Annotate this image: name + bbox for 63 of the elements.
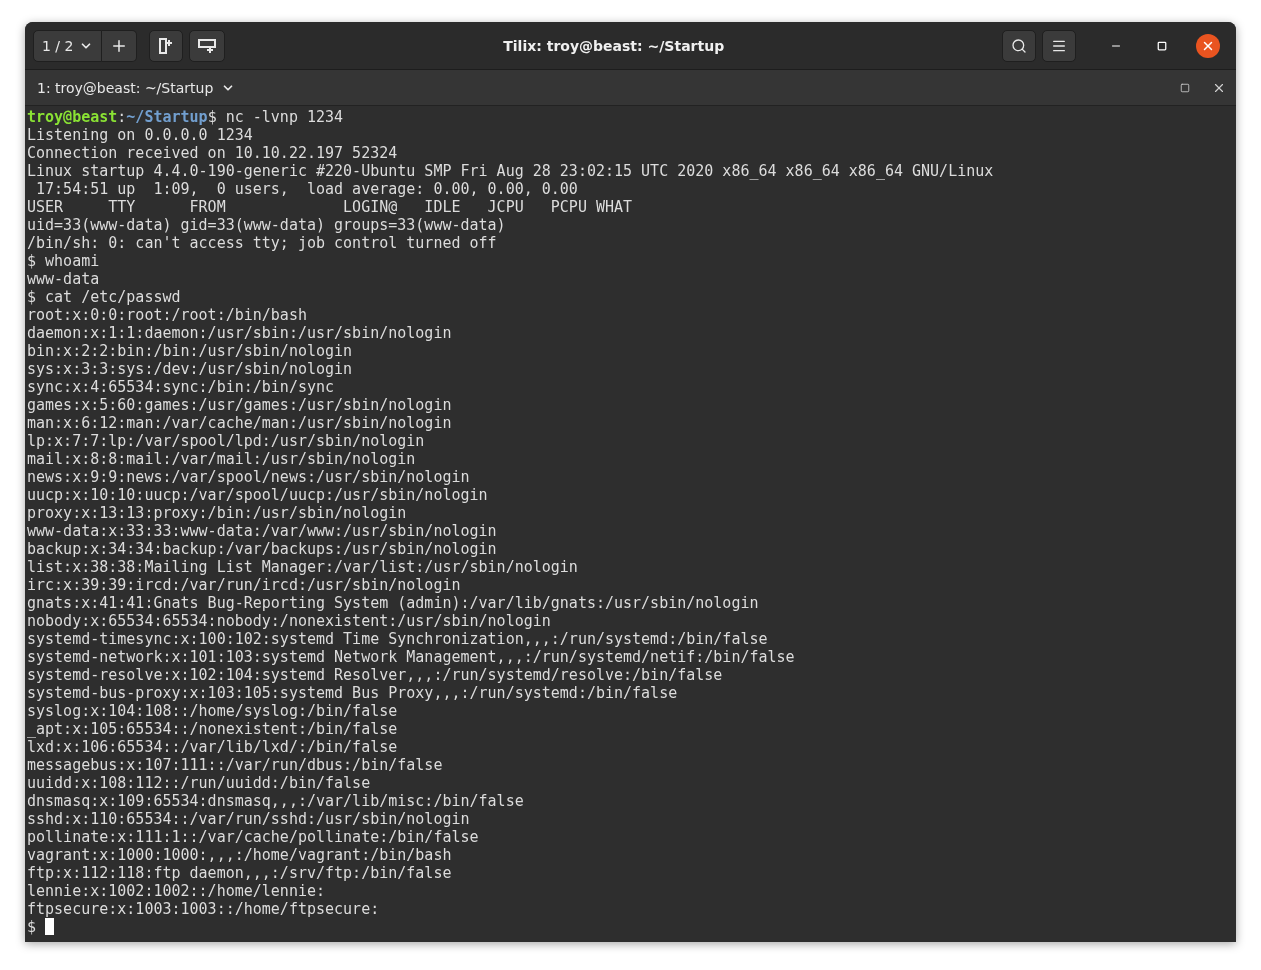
terminal-line: pollinate:x:111:1::/var/cache/pollinate:/bin/false: [27, 828, 479, 846]
terminal-line: Linux startup 4.4.0-190-generic #220-Ubuntu SMP Fri Aug 28 23:02:15 UTC 2020 x86_64 x86_64 x86_64 GNU/Linux: [27, 162, 994, 180]
split-right-icon: [159, 37, 174, 54]
text-cursor: [45, 918, 55, 935]
terminal-line: lennie:x:1002:1002::/home/lennie:: [27, 882, 325, 900]
terminal-line: news:x:9:9:news:/var/spool/news:/usr/sbin/nologin: [27, 468, 470, 486]
terminal-line: uucp:x:10:10:uucp:/var/spool/uucp:/usr/sbin/nologin: [27, 486, 488, 504]
terminal-line: list:x:38:38:Mailing List Manager:/var/list:/usr/sbin/nologin: [27, 558, 578, 576]
maximize-terminal-button[interactable]: [1180, 82, 1190, 93]
terminal-line: vagrant:x:1000:1000:,,,:/home/vagrant:/bin/bash: [27, 846, 452, 864]
terminal-line: daemon:x:1:1:daemon:/usr/sbin:/usr/sbin/nologin: [27, 324, 452, 342]
terminal-line: $ whoami: [27, 252, 100, 270]
terminal-line: proxy:x:13:13:proxy:/bin:/usr/sbin/nologin: [27, 504, 407, 522]
terminal-line: www-data: [27, 270, 100, 288]
split-down-icon: [198, 38, 217, 53]
terminal-line: Connection received on 10.10.22.197 52324: [27, 144, 398, 162]
terminal-line: www-data:x:33:33:www-data:/var/www:/usr/sbin/nologin: [27, 522, 497, 540]
terminal-line: gnats:x:41:41:Gnats Bug-Reporting System (admin):/var/lib/gnats:/usr/sbin/nologin: [27, 594, 759, 612]
terminal-line: root:x:0:0:root:/root:/bin/bash: [27, 306, 307, 324]
terminal-line: man:x:6:12:man:/var/cache/man:/usr/sbin/nologin: [27, 414, 452, 432]
maximize-icon: [1180, 82, 1190, 93]
terminal-line: dnsmasq:x:109:65534:dnsmasq,,,:/var/lib/misc:/bin/false: [27, 792, 524, 810]
terminal-line: lp:x:7:7:lp:/var/spool/lpd:/usr/sbin/nologin: [27, 432, 425, 450]
close-button[interactable]: [1196, 33, 1220, 58]
add-session-button[interactable]: [102, 29, 138, 62]
terminal-line: ftpsecure:x:1003:1003::/home/ftpsecure:: [27, 900, 380, 918]
terminal-line: troy@beast:~/Startup$ nc -lvnp 1234: [27, 108, 344, 126]
terminal-line: mail:x:8:8:mail:/var/mail:/usr/sbin/nologin: [27, 450, 416, 468]
terminal-line: games:x:5:60:games:/usr/games:/usr/sbin/nologin: [27, 396, 452, 414]
terminal-line: systemd-bus-proxy:x:103:105:systemd Bus Proxy,,,:/run/systemd:/bin/false: [27, 684, 678, 702]
terminal-line: backup:x:34:34:backup:/var/backups:/usr/sbin/nologin: [27, 540, 497, 558]
add-terminal-down-button[interactable]: [189, 29, 226, 62]
terminal-line: systemd-timesync:x:100:102:systemd Time Synchronization,,,:/run/systemd:/bin/false: [27, 630, 768, 648]
terminal-line: $: [27, 918, 37, 936]
maximize-icon: [1157, 40, 1167, 51]
terminal-line: uuidd:x:108:112::/run/uuidd:/bin/false: [27, 774, 371, 792]
terminal-line: bin:x:2:2:bin:/bin:/usr/sbin/nologin: [27, 342, 353, 360]
terminal-line: sync:x:4:65534:sync:/bin:/bin/sync: [27, 378, 335, 396]
terminal-title-button[interactable]: 1: troy@beast: ~/Startup: [37, 79, 236, 96]
terminal-line: ftp:x:112:118:ftp daemon,,,:/srv/ftp:/bin/false: [27, 864, 452, 882]
terminal-line: sys:x:3:3:sys:/dev:/usr/sbin/nologin: [27, 360, 353, 378]
find-button[interactable]: [1002, 29, 1036, 62]
terminal-line: Listening on 0.0.0.0 1234: [27, 126, 253, 144]
terminal-line: systemd-resolve:x:102:104:systemd Resolver,,,:/run/systemd/resolve:/bin/false: [27, 666, 723, 684]
terminal-line: systemd-network:x:101:103:systemd Network Management,,,:/run/systemd/netif:/bin/false: [27, 648, 795, 666]
search-icon: [1011, 37, 1027, 54]
terminal-line: messagebus:x:107:111::/var/run/dbus:/bin/false: [27, 756, 443, 774]
terminal-line: sshd:x:110:65534::/var/run/sshd:/usr/sbin/nologin: [27, 810, 470, 828]
add-terminal-right-button[interactable]: [149, 29, 184, 62]
terminal-line: _apt:x:105:65534::/nonexistent:/bin/false: [27, 720, 398, 738]
menu-button[interactable]: [1042, 29, 1076, 62]
terminal-line: $ cat /etc/passwd: [27, 288, 181, 306]
terminal-line: USER TTY FROM LOGIN@ IDLE JCPU PCPU WHAT: [27, 198, 633, 216]
session-switcher[interactable]: 1 / 2: [33, 29, 103, 62]
terminal-line: uid=33(www-data) gid=33(www-data) groups=33(www-data): [27, 216, 506, 234]
terminal-area[interactable]: [25, 106, 1236, 942]
terminal-line: /bin/sh: 0: can't access tty; job control turned off: [27, 234, 497, 252]
terminal-line: 17:54:51 up 1:09, 0 users, load average: 0.00, 0.00, 0.00: [35, 180, 578, 198]
terminal-line: syslog:x:104:108::/home/syslog:/bin/false: [27, 702, 398, 720]
terminal-line: irc:x:39:39:ircd:/var/run/ircd:/usr/sbin/nologin: [27, 576, 461, 594]
window-title: Tilix: troy@beast: ~/Startup: [502, 37, 726, 54]
terminal-line: lxd:x:106:65534::/var/lib/lxd/:/bin/false: [27, 738, 398, 756]
terminal-line: nobody:x:65534:65534:nobody:/nonexistent:/usr/sbin/nologin: [27, 612, 551, 630]
